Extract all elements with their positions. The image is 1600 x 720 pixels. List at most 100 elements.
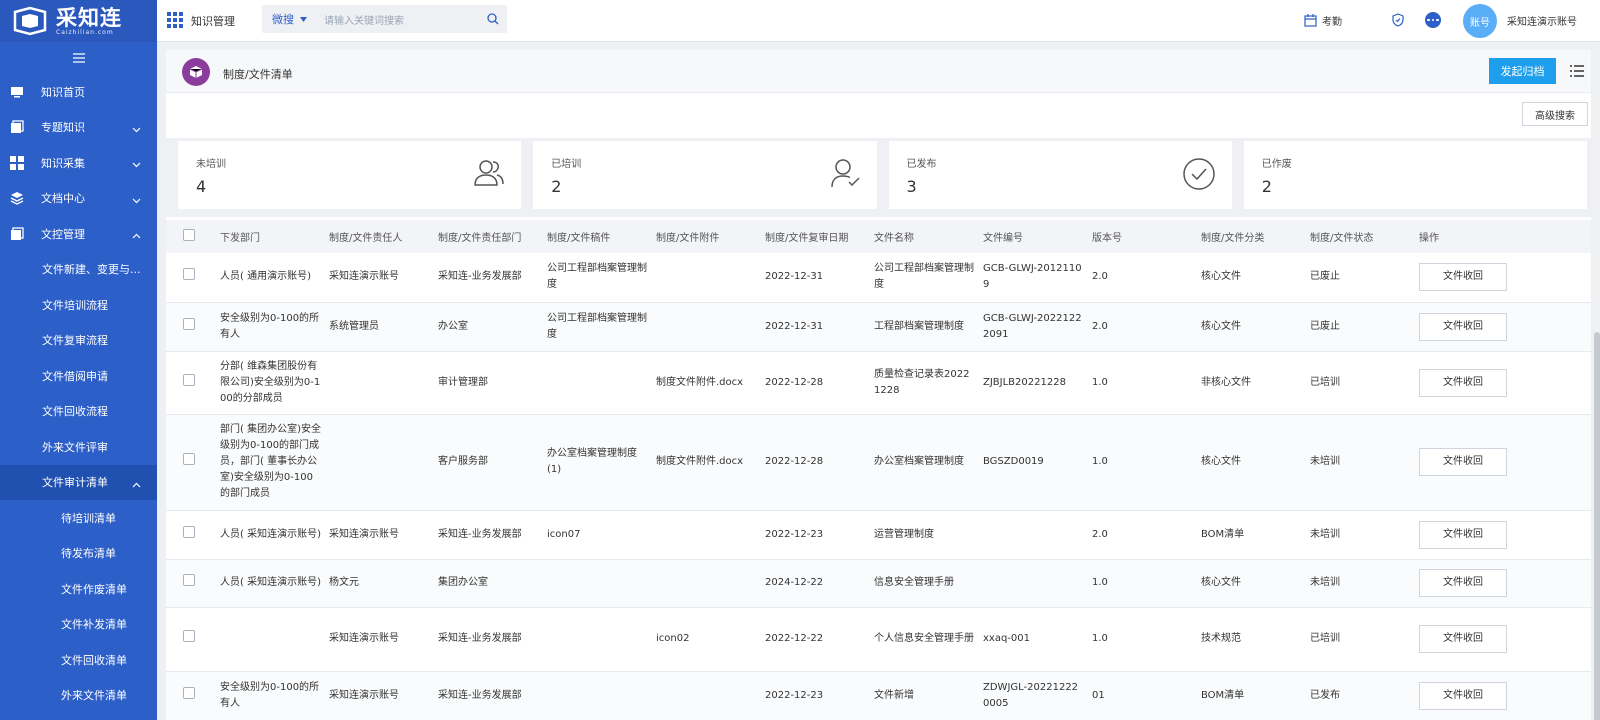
- row-checkbox-cell[interactable]: [166, 253, 220, 303]
- row-checkbox-cell[interactable]: [166, 510, 220, 560]
- table-cell: 公司工程部档案管理制度: [874, 253, 983, 303]
- sidebar-item[interactable]: 外来文件清单: [0, 678, 157, 714]
- sidebar-item[interactable]: 文件复审流程: [0, 323, 157, 359]
- table-row[interactable]: 人员( 采知连演示账号) 杨文元 集团办公室 2024-12-22 信息安全管理手册 1.…: [166, 559, 1591, 608]
- logo[interactable]: 采知连 Caizhilian.com: [0, 0, 157, 42]
- stat-voided[interactable]: 已作废 2: [1243, 141, 1587, 209]
- sidebar-item[interactable]: 文件审计清单: [0, 464, 157, 500]
- sidebar-item[interactable]: 外来文件评审: [0, 429, 157, 465]
- attendance-button[interactable]: 考勤: [1304, 13, 1342, 28]
- recall-file-button[interactable]: 文件收回: [1419, 448, 1507, 476]
- sidebar-item-label: 待培训清单: [61, 511, 116, 525]
- sidebar-item[interactable]: 待发布清单: [0, 536, 157, 572]
- more-icon[interactable]: [1425, 12, 1441, 28]
- apps-grid-icon[interactable]: [167, 12, 183, 28]
- table-cell: 已发布: [1310, 671, 1419, 720]
- avatar[interactable]: 账号: [1463, 4, 1497, 38]
- action-cell: 文件收回: [1419, 671, 1591, 720]
- table-cell: BOM清单: [1201, 671, 1310, 720]
- table-cell: 2022-12-28: [765, 351, 874, 415]
- sidebar-item[interactable]: 知识首页: [0, 74, 157, 110]
- start-archive-button[interactable]: 发起归档: [1489, 58, 1556, 84]
- select-all-checkbox[interactable]: [183, 229, 195, 241]
- recall-file-button[interactable]: 文件收回: [1419, 368, 1507, 397]
- table-row[interactable]: 安全级别为0-100的所有人 采知连演示账号 采知连-业务发展部 2022-12-23…: [166, 671, 1591, 720]
- stat-trained[interactable]: 已培训 2: [533, 141, 877, 209]
- table-row[interactable]: 部门( 集团办公室)安全级别为0-100的部门成员，部门( 董事长办公室)安全级…: [166, 414, 1591, 511]
- sidebar-item[interactable]: 文件回收清单: [0, 642, 157, 678]
- row-checkbox[interactable]: [183, 453, 195, 465]
- table-cell: icon02: [656, 607, 765, 672]
- sidebar-item[interactable]: 待培训清单: [0, 500, 157, 536]
- table-cell: [329, 351, 438, 415]
- row-checkbox[interactable]: [183, 574, 195, 586]
- row-checkbox[interactable]: [183, 687, 195, 699]
- row-checkbox[interactable]: [183, 373, 195, 386]
- table-cell: 制度文件附件.docx: [656, 414, 765, 511]
- row-checkbox-cell[interactable]: [166, 607, 220, 672]
- recall-file-button[interactable]: 文件收回: [1419, 682, 1507, 710]
- row-checkbox-cell[interactable]: [166, 559, 220, 608]
- sidebar-item[interactable]: 文控管理: [0, 216, 157, 252]
- table-row[interactable]: 人员( 通用演示账号) 采知连演示账号 采知连-业务发展部 公司工程部档案管理制度 20…: [166, 253, 1591, 303]
- table-cell: 核心文件: [1201, 253, 1310, 303]
- row-checkbox[interactable]: [183, 317, 195, 330]
- row-checkbox[interactable]: [183, 630, 195, 642]
- sidebar-item[interactable]: 文件作废清单: [0, 571, 157, 607]
- action-cell: 文件收回: [1419, 414, 1591, 511]
- row-checkbox[interactable]: [183, 268, 195, 281]
- scrollbar-thumb[interactable]: [1594, 332, 1600, 720]
- scrollbar[interactable]: [1594, 42, 1600, 720]
- table-row[interactable]: 采知连演示账号 采知连-业务发展部 icon02 2022-12-22 个人信息安全管理…: [166, 607, 1591, 672]
- sidebar-item[interactable]: 知识采集: [0, 145, 157, 181]
- sidebar-item[interactable]: 文件借阅申请: [0, 358, 157, 394]
- table-cell: 办公室档案管理制度: [874, 414, 983, 511]
- column-header: 制度/文件责任部门: [438, 220, 547, 253]
- recall-file-button[interactable]: 文件收回: [1419, 520, 1507, 549]
- sidebar-item[interactable]: 文件补发清单: [0, 607, 157, 643]
- recall-file-button[interactable]: 文件收回: [1419, 312, 1507, 341]
- sidebar-item-label: 文件回收清单: [61, 653, 127, 667]
- row-checkbox-cell[interactable]: [166, 302, 220, 352]
- row-checkbox-cell[interactable]: [166, 671, 220, 720]
- table-row[interactable]: 分部( 维森集团股份有限公司)安全级别为0-100的分部成员 审计管理部 制度文件附…: [166, 351, 1591, 415]
- table-row[interactable]: 安全级别为0-100的所有人 系统管理员 办公室 公司工程部档案管理制度 2022-12…: [166, 302, 1591, 352]
- stat-value: 3: [906, 177, 917, 196]
- recall-file-button[interactable]: 文件收回: [1419, 625, 1507, 653]
- action-cell: 文件收回: [1419, 510, 1591, 560]
- username[interactable]: 采知连演示账号: [1507, 13, 1577, 28]
- table-cell: 采知连-业务发展部: [438, 671, 547, 720]
- search-scope-select[interactable]: 微搜: [262, 11, 314, 27]
- row-checkbox-cell[interactable]: [166, 351, 220, 415]
- list-view-icon[interactable]: [1570, 65, 1584, 80]
- table-cell: 文件新增: [874, 671, 983, 720]
- recall-file-button[interactable]: 文件收回: [1419, 569, 1507, 597]
- table-cell: 运营管理制度: [874, 510, 983, 560]
- stat-untrained[interactable]: 未培训 4: [178, 141, 522, 209]
- select-all-cell[interactable]: [166, 220, 220, 253]
- sidebar-item[interactable]: 文件培训流程: [0, 287, 157, 323]
- sidebar-item[interactable]: 文档中心: [0, 181, 157, 217]
- sidebar-item[interactable]: 文件新建、变更与...: [0, 252, 157, 288]
- stat-value: 2: [551, 177, 562, 196]
- table-cell: 2022-12-28: [765, 414, 874, 511]
- search-icon[interactable]: [479, 13, 507, 25]
- stat-published[interactable]: 已发布 3: [888, 141, 1232, 209]
- sidebar-item[interactable]: 专题知识: [0, 110, 157, 146]
- table-cell: [329, 414, 438, 511]
- advanced-search-button[interactable]: 高级搜索: [1522, 102, 1588, 126]
- table-cell: 采知连-业务发展部: [438, 607, 547, 672]
- table-cell: 杨文元: [329, 559, 438, 608]
- table-cell: [656, 253, 765, 303]
- sidebar-menu: 知识首页 专题知识 知识采集 文档中心 文控管理 文件新建、变更与... 文件培训流程 文件复…: [0, 74, 157, 713]
- file-table: 下发部门 制度/文件责任人 制度/文件责任部门 制度/文件稿件 制度/文件附件 制度/文件…: [166, 220, 1591, 720]
- menu-collapse-button[interactable]: [0, 42, 157, 74]
- shield-icon[interactable]: [1391, 13, 1405, 30]
- sidebar-item[interactable]: 文件回收流程: [0, 394, 157, 430]
- search-input[interactable]: 请输入关键词搜索: [314, 12, 479, 27]
- recall-file-button[interactable]: 文件收回: [1419, 263, 1507, 292]
- row-checkbox-cell[interactable]: [166, 414, 220, 511]
- table-cell: [656, 671, 765, 720]
- row-checkbox[interactable]: [183, 525, 195, 538]
- table-row[interactable]: 人员( 采知连演示账号) 采知连演示账号 采知连-业务发展部 icon07 2022-1…: [166, 510, 1591, 560]
